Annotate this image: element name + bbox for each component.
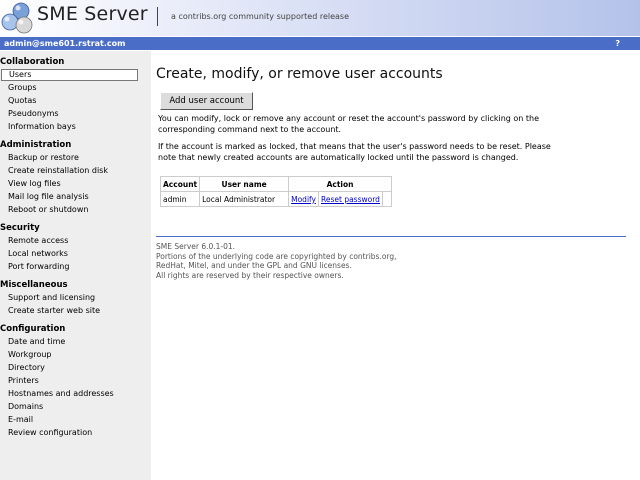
sidebar-item-review-config[interactable]: Review configuration [8, 428, 92, 437]
title-divider [157, 7, 158, 26]
user-bar: admin@sme601.rstrat.com ? [0, 37, 640, 50]
sidebar-item-groups[interactable]: Groups [8, 83, 37, 92]
sidebar-item-workgroup[interactable]: Workgroup [8, 350, 52, 359]
sidebar-item-pseudonyms[interactable]: Pseudonyms [8, 109, 59, 118]
section-administration: Administration [0, 140, 72, 150]
column-header-username: User name [199, 176, 290, 192]
intro-paragraph: You can modify, lock or remove any accou… [158, 114, 540, 134]
footer-divider [156, 236, 626, 237]
section-configuration: Configuration [0, 324, 66, 334]
sidebar-item-port-forwarding[interactable]: Port forwarding [8, 262, 69, 271]
account-cell: admin [159, 191, 201, 207]
column-header-action: Action [288, 176, 392, 192]
locked-note-paragraph: If the account is marked as locked, that… [158, 142, 551, 162]
sidebar-item-starter-site[interactable]: Create starter web site [8, 306, 100, 315]
column-header-account: Account [159, 176, 201, 192]
empty-action-cell [381, 191, 392, 207]
sidebar-item-printers[interactable]: Printers [8, 376, 39, 385]
app-title: SME Server [37, 3, 148, 25]
sidebar-item-quotas[interactable]: Quotas [8, 96, 36, 105]
sidebar-item-reboot[interactable]: Reboot or shutdown [8, 205, 88, 214]
sidebar-item-remote-access[interactable]: Remote access [8, 236, 68, 245]
footer-copyright-3: All rights are reserved by their respect… [156, 270, 344, 280]
reset-password-link[interactable]: Reset password [321, 195, 380, 204]
app-tagline: a contribs.org community supported relea… [171, 12, 349, 21]
table-row: admin Local Administrator Modify Reset p… [159, 191, 392, 207]
modify-link[interactable]: Modify [291, 195, 316, 204]
sidebar-item-view-logs[interactable]: View log files [8, 179, 61, 188]
footer-copyright-1: Portions of the underlying code are copy… [156, 251, 397, 261]
sidebar-item-information-bays[interactable]: Information bays [8, 122, 76, 131]
sidebar-item-hostnames[interactable]: Hostnames and addresses [8, 389, 114, 398]
sidebar-item-local-networks[interactable]: Local networks [8, 249, 68, 258]
table-header-row: Account User name Action [159, 176, 392, 192]
sidebar-item-users[interactable]: Users [1, 69, 138, 81]
section-security: Security [0, 223, 40, 233]
help-link[interactable]: ? [615, 37, 620, 50]
sidebar-item-reinstall-disk[interactable]: Create reinstallation disk [8, 166, 108, 175]
sidebar-item-email[interactable]: E-mail [8, 415, 33, 424]
sidebar-item-directory[interactable]: Directory [8, 363, 45, 372]
section-miscellaneous: Miscellaneous [0, 280, 68, 290]
page-title: Create, modify, or remove user accounts [156, 66, 443, 82]
sme-logo-icon [1, 2, 33, 34]
add-user-button[interactable]: Add user account [160, 92, 253, 110]
footer: SME Server 6.0.1-01. Portions of the und… [156, 242, 397, 280]
logged-in-user: admin@sme601.rstrat.com [4, 39, 126, 48]
footer-version: SME Server 6.0.1-01. [156, 242, 236, 251]
sidebar-item-mail-log[interactable]: Mail log file analysis [8, 192, 89, 201]
sidebar-item-support[interactable]: Support and licensing [8, 293, 95, 302]
sidebar-item-backup[interactable]: Backup or restore [8, 153, 79, 162]
footer-copyright-2: RedHat, Mitel, and under the GPL and GNU… [156, 261, 352, 270]
app-header: SME Server a contribs.org community supp… [0, 0, 640, 36]
username-cell: Local Administrator [199, 191, 290, 207]
users-table: Account User name Action admin Local Adm… [159, 176, 392, 207]
sidebar-nav: Collaboration Users Groups Quotas Pseudo… [0, 51, 151, 480]
modify-cell: Modify [288, 191, 319, 207]
section-collaboration: Collaboration [0, 57, 65, 67]
sidebar-item-date-time[interactable]: Date and time [8, 337, 65, 346]
reset-password-cell: Reset password [317, 191, 383, 207]
sidebar-item-domains[interactable]: Domains [8, 402, 43, 411]
